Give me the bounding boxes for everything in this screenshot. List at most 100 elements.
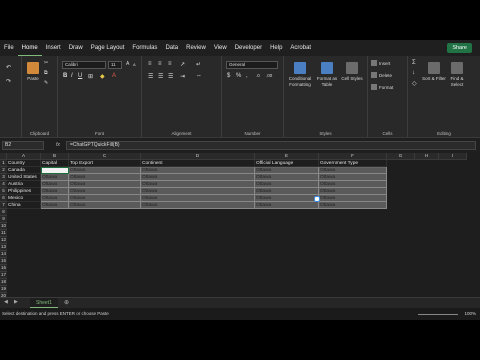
fill-icon[interactable]: ↓ xyxy=(412,70,415,76)
filled-cell[interactable]: Ottawa xyxy=(41,174,69,181)
filled-cell[interactable]: Ottawa xyxy=(141,188,255,195)
row-header-19[interactable]: 19 xyxy=(0,286,7,293)
filled-cell[interactable]: Ottawa xyxy=(255,181,319,188)
decrease-decimal-icon[interactable]: .00 xyxy=(266,73,272,78)
tab-developer[interactable]: Developer xyxy=(231,40,266,56)
filled-cell[interactable]: Ottawa xyxy=(69,174,141,181)
increase-decimal-icon[interactable]: .0 xyxy=(256,73,260,78)
conditional-formatting-button[interactable]: Conditional Formatting xyxy=(286,62,314,87)
tab-insert[interactable]: Insert xyxy=(42,40,65,56)
percent-icon[interactable]: % xyxy=(236,73,241,79)
font-color-icon[interactable]: A xyxy=(112,73,116,79)
filled-cell[interactable]: Ottawa xyxy=(69,188,141,195)
redo-icon[interactable]: ↷ xyxy=(6,78,11,85)
sort-filter-button[interactable]: Sort & Filter xyxy=(422,62,446,82)
row-header-17[interactable]: 17 xyxy=(0,272,7,279)
filled-cell[interactable]: Ottawa xyxy=(255,167,319,174)
header-cell[interactable]: Capital xyxy=(41,160,69,167)
name-box[interactable]: B2 xyxy=(2,141,44,150)
row-header-6[interactable]: 6 xyxy=(0,195,7,202)
row-header-4[interactable]: 4 xyxy=(0,181,7,188)
wrap-text-icon[interactable]: ↵ xyxy=(196,61,201,68)
fill-color-icon[interactable]: ◆ xyxy=(100,73,105,80)
number-format-select[interactable]: General xyxy=(226,61,278,69)
underline-icon[interactable]: U xyxy=(78,73,82,79)
filled-cell[interactable]: Ottawa xyxy=(319,174,387,181)
row-header-9[interactable]: 9 xyxy=(0,216,7,223)
comma-icon[interactable]: , xyxy=(246,73,248,79)
row-header-11[interactable]: 11 xyxy=(0,230,7,237)
delete-button[interactable]: Delete xyxy=(371,72,392,78)
zoom-slider[interactable] xyxy=(418,314,458,315)
column-header-a[interactable]: A xyxy=(7,153,41,160)
country-cell[interactable]: Mexico xyxy=(7,195,41,202)
undo-icon[interactable]: ↶ xyxy=(6,64,11,71)
find-select-button[interactable]: Find & Select xyxy=(446,62,468,87)
filled-cell[interactable]: Ottawa xyxy=(319,188,387,195)
filled-cell[interactable]: Ottawa xyxy=(141,167,255,174)
row-header-3[interactable]: 3 xyxy=(0,174,7,181)
select-all-corner[interactable] xyxy=(0,153,7,160)
row-header-7[interactable]: 7 xyxy=(0,202,7,209)
share-button[interactable]: Share xyxy=(447,43,472,53)
sheet-tab-sheet1[interactable]: Sheet1 xyxy=(30,298,58,308)
insert-button[interactable]: Insert xyxy=(371,60,390,66)
fx-icon[interactable]: fx xyxy=(56,142,60,148)
row-header-1[interactable]: 1 xyxy=(0,160,7,167)
next-sheet-icon[interactable]: ▶ xyxy=(14,299,18,305)
tab-formulas[interactable]: Formulas xyxy=(128,40,161,56)
indent-icon[interactable]: ⇥ xyxy=(180,73,185,80)
selection-range[interactable]: Ottawa Ottawa Ottawa Ottawa Ottawa Ottawa Otta… xyxy=(41,167,387,209)
align-middle-icon[interactable]: ≡ xyxy=(158,61,162,67)
filled-cell[interactable]: Ottawa xyxy=(319,195,387,202)
header-cell[interactable]: Government Type xyxy=(319,160,387,167)
grow-font-icon[interactable]: A xyxy=(126,61,129,67)
active-cell-b2[interactable] xyxy=(41,167,69,174)
tab-home[interactable]: Home xyxy=(17,40,42,56)
row-header-8[interactable]: 8 xyxy=(0,209,7,216)
row-header-15[interactable]: 15 xyxy=(0,258,7,265)
shrink-font-icon[interactable]: A xyxy=(133,62,136,67)
align-top-icon[interactable]: ≡ xyxy=(148,61,152,67)
row-header-12[interactable]: 12 xyxy=(0,237,7,244)
row-header-13[interactable]: 13 xyxy=(0,244,7,251)
row-header-2[interactable]: 2 xyxy=(0,167,7,174)
header-cell[interactable]: Top Export xyxy=(69,160,141,167)
filled-cell[interactable]: Ottawa xyxy=(69,202,141,209)
tab-review[interactable]: Review xyxy=(182,40,210,56)
country-cell[interactable]: Austria xyxy=(7,181,41,188)
align-left-icon[interactable]: ☰ xyxy=(148,73,153,80)
cut-icon[interactable]: ✂ xyxy=(44,60,48,66)
filled-cell[interactable]: Ottawa xyxy=(319,202,387,209)
format-as-table-button[interactable]: Format as Table xyxy=(314,62,340,87)
tab-page-layout[interactable]: Page Layout xyxy=(87,40,129,56)
country-cell[interactable]: Canada xyxy=(7,167,41,174)
country-cell[interactable]: China xyxy=(7,202,41,209)
filled-cell[interactable]: Ottawa xyxy=(255,174,319,181)
filled-cell[interactable]: Ottawa xyxy=(141,202,255,209)
clear-icon[interactable]: ◇ xyxy=(412,80,417,87)
paste-options-icon[interactable] xyxy=(314,196,320,202)
format-painter-icon[interactable]: ✎ xyxy=(44,80,48,86)
column-header-f[interactable]: F xyxy=(319,153,387,160)
align-bottom-icon[interactable]: ≡ xyxy=(168,61,172,67)
row-header-16[interactable]: 16 xyxy=(0,265,7,272)
italic-icon[interactable]: I xyxy=(71,73,73,79)
header-cell[interactable]: Continent xyxy=(141,160,255,167)
column-header-i[interactable]: I xyxy=(439,153,467,160)
tab-help[interactable]: Help xyxy=(266,40,286,56)
filled-cell[interactable]: Ottawa xyxy=(255,202,319,209)
copy-icon[interactable]: ⧉ xyxy=(44,70,48,76)
tab-file[interactable]: File xyxy=(0,40,18,56)
add-sheet-icon[interactable]: ⊕ xyxy=(64,299,69,306)
formula-input[interactable]: =ChatGPTQuickFill(B) xyxy=(66,141,476,150)
cell-styles-button[interactable]: Cell Styles xyxy=(340,62,364,82)
font-size-select[interactable]: 11 xyxy=(108,61,122,69)
country-cell[interactable]: Philippines xyxy=(7,188,41,195)
column-header-e[interactable]: E xyxy=(255,153,319,160)
filled-cell[interactable]: Ottawa xyxy=(41,181,69,188)
row-header-18[interactable]: 18 xyxy=(0,279,7,286)
borders-icon[interactable]: ⊞ xyxy=(88,73,93,80)
align-center-icon[interactable]: ☰ xyxy=(158,73,163,80)
column-header-b[interactable]: B xyxy=(41,153,69,160)
